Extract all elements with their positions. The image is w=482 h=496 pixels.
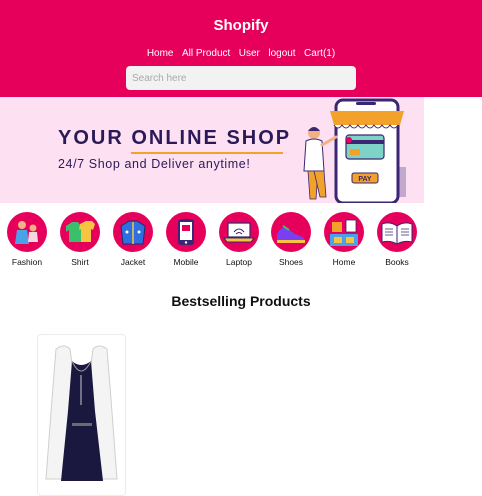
category-jacket[interactable]: Jacket <box>108 212 158 267</box>
brand-title[interactable]: Shopify <box>0 17 482 34</box>
pay-label: PAY <box>358 176 372 183</box>
jacket-icon <box>113 212 153 252</box>
category-label: Laptop <box>226 257 252 267</box>
top-header: Shopify Home All Product User logout Car… <box>0 0 482 97</box>
nav-logout[interactable]: logout <box>268 48 295 59</box>
product-image <box>45 345 118 481</box>
product-card[interactable] <box>37 334 126 496</box>
books-icon <box>377 212 417 252</box>
category-label: Jacket <box>120 257 146 267</box>
online-shop-illustration: PAY <box>303 98 406 203</box>
banner-underline <box>131 152 283 154</box>
laptop-icon <box>219 212 259 252</box>
nav-home[interactable]: Home <box>147 48 174 59</box>
category-books[interactable]: Books <box>372 212 422 267</box>
category-fashion[interactable]: Fashion <box>2 212 52 267</box>
fashion-icon <box>7 212 47 252</box>
category-label: Shoes <box>278 257 304 267</box>
banner-title-part1: YOUR <box>58 127 132 149</box>
category-label: Mobile <box>173 257 199 267</box>
home-icon <box>324 212 364 252</box>
category-label: Home <box>332 257 356 267</box>
shoes-icon <box>271 212 311 252</box>
mobile-icon <box>166 212 206 252</box>
category-row: Fashion Shirt Jacket Mobile Laptop Shoes <box>0 212 482 268</box>
category-laptop[interactable]: Laptop <box>214 212 264 267</box>
banner-title-part2: ONLINE SHOP <box>131 127 292 149</box>
nav-all-product[interactable]: All Product <box>182 48 230 59</box>
category-mobile[interactable]: Mobile <box>161 212 211 267</box>
shirt-icon <box>60 212 100 252</box>
category-shirt[interactable]: Shirt <box>55 212 105 267</box>
section-title: Bestselling Products <box>171 293 311 309</box>
category-home[interactable]: Home <box>319 212 369 267</box>
category-label: Shirt <box>71 257 89 267</box>
search-input[interactable] <box>126 66 356 90</box>
category-label: Books <box>385 257 409 267</box>
hero-banner[interactable]: YOUR ONLINE SHOP 24/7 Shop and Deliver a… <box>0 97 424 203</box>
category-label: Fashion <box>11 257 43 267</box>
main-nav: Home All Product User logout Cart(1) <box>0 43 482 61</box>
banner-title: YOUR ONLINE SHOP <box>58 127 291 150</box>
banner-subtitle: 24/7 Shop and Deliver anytime! <box>58 157 251 171</box>
category-shoes[interactable]: Shoes <box>266 212 316 267</box>
nav-cart[interactable]: Cart(1) <box>304 48 335 59</box>
nav-user[interactable]: User <box>239 48 260 59</box>
